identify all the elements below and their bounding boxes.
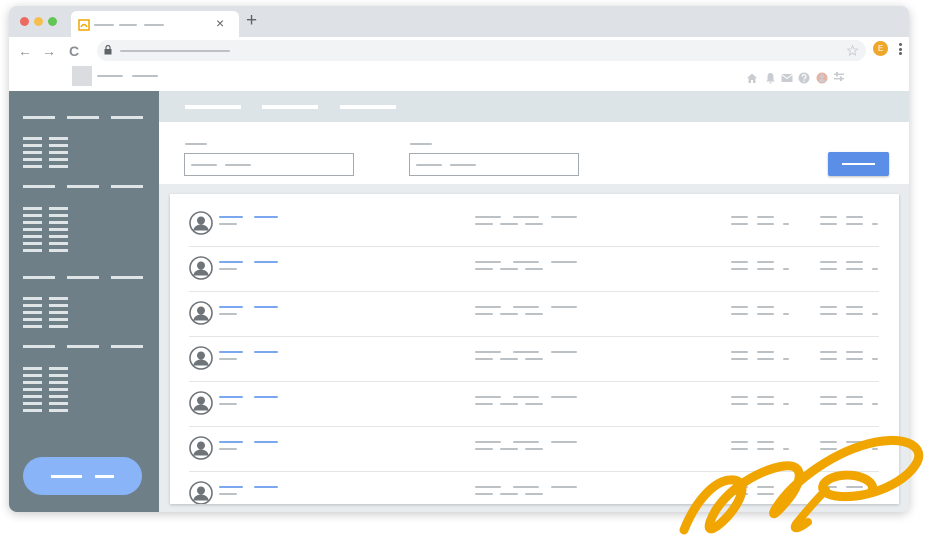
tab-title-placeholder bbox=[144, 24, 164, 26]
mail-icon[interactable] bbox=[781, 73, 793, 83]
back-button[interactable]: ← bbox=[18, 41, 32, 61]
avatar-icon bbox=[189, 481, 213, 504]
tab-title-placeholder bbox=[94, 24, 114, 26]
user-icon[interactable] bbox=[816, 71, 828, 84]
app-title-placeholder bbox=[132, 75, 158, 77]
tab-title-placeholder bbox=[119, 24, 137, 26]
brand-logo bbox=[679, 436, 924, 535]
address-bar[interactable] bbox=[97, 40, 866, 61]
browser-menu-icon[interactable] bbox=[899, 43, 902, 55]
list-item[interactable] bbox=[189, 201, 879, 247]
settings-icon[interactable] bbox=[833, 71, 845, 83]
window-close-button[interactable] bbox=[20, 17, 29, 26]
tab-item[interactable] bbox=[262, 105, 318, 109]
app-header bbox=[9, 65, 909, 91]
search-button[interactable] bbox=[828, 152, 889, 176]
bell-icon[interactable] bbox=[765, 72, 776, 84]
avatar-icon bbox=[189, 346, 213, 370]
help-icon[interactable] bbox=[798, 72, 810, 84]
window-maximize-button[interactable] bbox=[48, 17, 57, 26]
tab-strip: × + bbox=[9, 6, 909, 38]
browser-toolbar: ← → C E bbox=[9, 37, 909, 65]
avatar-icon bbox=[189, 211, 213, 235]
browser-tab[interactable]: × bbox=[71, 11, 239, 38]
tab-item[interactable] bbox=[185, 105, 241, 109]
reload-button[interactable]: C bbox=[69, 41, 79, 61]
home-icon[interactable] bbox=[746, 72, 758, 84]
avatar-icon bbox=[189, 436, 213, 460]
avatar-icon bbox=[189, 301, 213, 325]
forward-button[interactable]: → bbox=[42, 41, 56, 61]
lock-icon bbox=[104, 45, 112, 55]
tab-item[interactable] bbox=[340, 105, 396, 109]
new-tab-button[interactable]: + bbox=[246, 11, 257, 31]
window-minimize-button[interactable] bbox=[34, 17, 43, 26]
star-icon[interactable] bbox=[846, 44, 859, 57]
filter-bar bbox=[159, 122, 909, 184]
filter-input[interactable] bbox=[184, 153, 354, 176]
filter-label bbox=[410, 143, 432, 145]
url-placeholder bbox=[120, 50, 230, 52]
avatar-icon bbox=[189, 391, 213, 415]
list-item[interactable] bbox=[189, 291, 879, 337]
avatar-icon bbox=[189, 256, 213, 280]
list-item[interactable] bbox=[189, 336, 879, 382]
filter-label bbox=[185, 143, 207, 145]
tab-close-icon[interactable]: × bbox=[216, 15, 224, 31]
list-item[interactable] bbox=[189, 246, 879, 292]
app-title-placeholder bbox=[97, 75, 123, 77]
list-item[interactable] bbox=[189, 381, 879, 427]
content-tabs bbox=[159, 91, 909, 122]
sidebar bbox=[9, 91, 159, 512]
profile-avatar[interactable]: E bbox=[873, 41, 888, 56]
app-logo-placeholder bbox=[72, 66, 92, 86]
sidebar-primary-button[interactable] bbox=[23, 457, 142, 495]
filter-input[interactable] bbox=[409, 153, 579, 176]
favicon-icon bbox=[78, 19, 90, 31]
